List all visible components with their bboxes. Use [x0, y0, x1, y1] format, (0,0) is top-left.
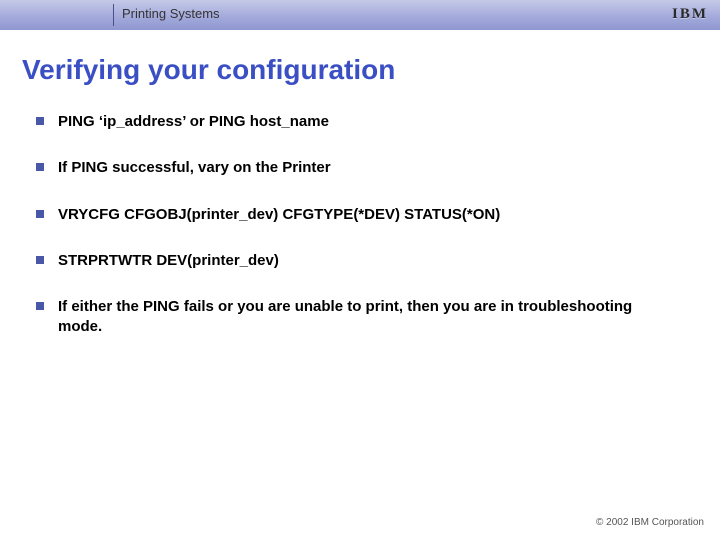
bullet-icon: [36, 163, 44, 171]
page-title: Verifying your configuration: [22, 54, 395, 86]
slide: Printing Systems IBM Verifying your conf…: [0, 0, 720, 540]
bullet-icon: [36, 210, 44, 218]
bullet-text: If either the PING fails or you are unab…: [58, 297, 680, 338]
section-label: Printing Systems: [122, 6, 220, 21]
copyright: © 2002 IBM Corporation: [596, 517, 704, 528]
list-item: PING ‘ip_address’ or PING host_name: [36, 112, 680, 132]
bullet-icon: [36, 302, 44, 310]
logo-text: IBM: [672, 6, 708, 23]
top-bar: Printing Systems IBM: [0, 0, 720, 30]
bullet-text: STRPRTWTR DEV(printer_dev): [58, 251, 680, 271]
bullet-text: VRYCFG CFGOBJ(printer_dev) CFGTYPE(*DEV)…: [58, 205, 680, 225]
bullet-list: PING ‘ip_address’ or PING host_name If P…: [36, 112, 680, 364]
ibm-logo: IBM: [672, 6, 708, 23]
bullet-text: PING ‘ip_address’ or PING host_name: [58, 112, 680, 132]
bullet-icon: [36, 117, 44, 125]
bullet-icon: [36, 256, 44, 264]
list-item: VRYCFG CFGOBJ(printer_dev) CFGTYPE(*DEV)…: [36, 205, 680, 225]
topbar-divider: [113, 4, 114, 26]
list-item: If PING successful, vary on the Printer: [36, 158, 680, 178]
list-item: If either the PING fails or you are unab…: [36, 297, 680, 338]
list-item: STRPRTWTR DEV(printer_dev): [36, 251, 680, 271]
bullet-text: If PING successful, vary on the Printer: [58, 158, 680, 178]
